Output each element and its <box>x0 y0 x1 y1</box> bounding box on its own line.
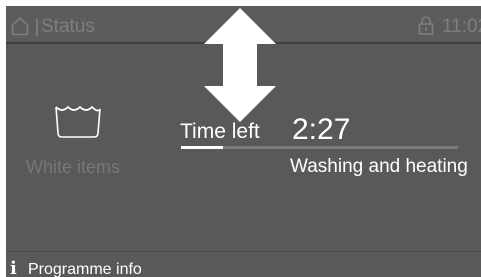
progress-bar <box>181 146 458 149</box>
page-title: Status <box>41 16 95 37</box>
home-icon[interactable] <box>11 16 29 36</box>
vertical-double-arrow-icon <box>204 8 276 122</box>
lock-icon <box>418 16 434 35</box>
progress-fill <box>181 146 223 149</box>
clock: 11:02 <box>442 16 481 37</box>
programme-name: White items <box>26 157 121 177</box>
title-separator <box>36 19 38 36</box>
programme-info-button[interactable]: Programme info <box>28 260 142 277</box>
programme-phase: Washing and heating <box>290 156 468 177</box>
washtub-icon <box>55 105 101 138</box>
time-left-value: 2:27 <box>292 113 351 146</box>
info-icon[interactable]: i <box>10 259 17 277</box>
